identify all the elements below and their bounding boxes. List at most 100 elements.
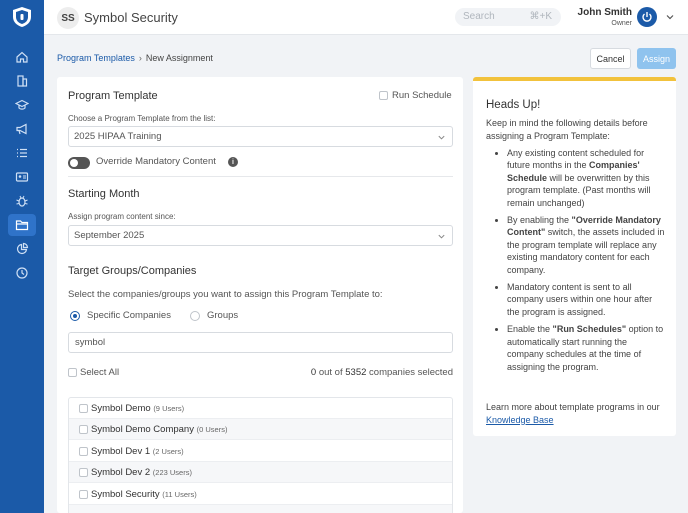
- sidebar-item-home[interactable]: [8, 46, 36, 68]
- month-select-value: September 2025: [74, 230, 145, 241]
- heads-up-panel: Heads Up! Keep in mind the following det…: [473, 77, 676, 436]
- home-icon: [16, 51, 28, 63]
- list-item: By enabling the "Override Mandatory Cont…: [507, 214, 666, 276]
- target-description: Select the companies/groups you want to …: [68, 289, 383, 300]
- sidebar-item-companies[interactable]: [8, 70, 36, 92]
- shield-logo-icon[interactable]: [13, 7, 31, 27]
- search-shortcut: ⌘+K: [529, 11, 552, 22]
- sidebar: [0, 0, 44, 513]
- month-select[interactable]: September 2025: [68, 225, 453, 246]
- divider: [68, 176, 453, 177]
- radio-specific-companies[interactable]: [70, 311, 80, 321]
- run-schedule-label[interactable]: Run Schedule: [392, 90, 452, 101]
- bullet-text: Mandatory content is sent to all company…: [507, 282, 653, 317]
- list-item: Enable the "Run Schedules" option to aut…: [507, 323, 666, 373]
- list-item[interactable]: Symbol Security (11 Users): [69, 484, 452, 505]
- row-checkbox[interactable]: [79, 404, 88, 413]
- org-name[interactable]: Symbol Security: [84, 10, 178, 25]
- search-placeholder: Search: [463, 11, 495, 22]
- row-checkbox[interactable]: [79, 447, 88, 456]
- chevron-down-icon[interactable]: [665, 12, 675, 22]
- company-name: Symbol Dev 1: [91, 446, 151, 457]
- user-avatar[interactable]: [637, 7, 657, 27]
- bullet-bold: "Run Schedules": [552, 324, 627, 335]
- target-groups-title: Target Groups/Companies: [68, 265, 197, 277]
- heads-up-intro: Keep in mind the following details befor…: [486, 118, 648, 141]
- sidebar-item-users[interactable]: [8, 166, 36, 188]
- list-item[interactable]: Symbol Dev 2 (223 Users): [69, 462, 452, 483]
- org-avatar[interactable]: SS: [57, 7, 79, 29]
- sidebar-item-campaigns[interactable]: [8, 118, 36, 140]
- radio-groups-label[interactable]: Groups: [207, 310, 238, 321]
- company-name: Symbol Security: [91, 489, 160, 500]
- row-checkbox[interactable]: [79, 490, 88, 499]
- sidebar-item-lists[interactable]: [8, 142, 36, 164]
- count-selected: 0: [310, 367, 317, 378]
- chevron-down-icon: [438, 135, 445, 140]
- breadcrumb-separator: ›: [138, 53, 142, 63]
- company-search-input[interactable]: [68, 332, 453, 353]
- sidebar-item-history[interactable]: [8, 262, 36, 284]
- override-toggle[interactable]: [68, 157, 90, 169]
- knowledge-base-note: Learn more about template programs in ou…: [486, 401, 671, 426]
- list-item[interactable]: Symbol Dev 1 (2 Users): [69, 441, 452, 462]
- breadcrumb-program-templates[interactable]: Program Templates: [57, 53, 135, 63]
- graduation-cap-icon: [15, 99, 29, 110]
- kb-text: Learn more about template programs in ou…: [486, 402, 660, 412]
- heads-up-list: Any existing content scheduled for futur…: [486, 147, 666, 378]
- select-all-label[interactable]: Select All: [80, 367, 119, 378]
- sidebar-item-threats[interactable]: [8, 190, 36, 212]
- clock-icon: [16, 267, 28, 279]
- company-users: (223 Users): [152, 468, 192, 477]
- starting-month-title: Starting Month: [68, 188, 140, 200]
- assign-since-label: Assign program content since:: [68, 212, 176, 221]
- select-all-checkbox[interactable]: [68, 368, 77, 377]
- user-name[interactable]: John Smith: [578, 7, 632, 18]
- count-out-of: out of: [318, 367, 343, 378]
- knowledge-base-link[interactable]: Knowledge Base: [486, 415, 554, 425]
- run-schedule-checkbox[interactable]: [379, 91, 388, 100]
- program-template-title: Program Template: [68, 90, 158, 102]
- user-role: Owner: [611, 20, 632, 27]
- company-users: (2 Users): [152, 447, 184, 456]
- count-total: 5352: [345, 367, 367, 378]
- bug-icon: [16, 195, 28, 207]
- list-item[interactable]: Symbol Demo (9 Users): [69, 398, 452, 419]
- info-icon[interactable]: i: [228, 157, 238, 167]
- bullet-text: Enable the: [507, 324, 553, 335]
- breadcrumb-current: New Assignment: [145, 53, 213, 63]
- company-list: Symbol Demo (9 Users) Symbol Demo Compan…: [68, 397, 453, 513]
- sidebar-item-training[interactable]: [8, 94, 36, 116]
- company-name: Symbol Demo: [91, 403, 151, 414]
- assign-button[interactable]: Assign: [637, 48, 676, 69]
- cancel-button[interactable]: Cancel: [590, 48, 631, 69]
- choose-template-label: Choose a Program Template from the list:: [68, 114, 216, 123]
- list-icon: [17, 148, 27, 158]
- override-label[interactable]: Override Mandatory Content: [96, 156, 216, 167]
- building-icon: [17, 75, 28, 87]
- assignment-form: Program Template Run Schedule Choose a P…: [57, 77, 463, 513]
- search-box[interactable]: Search ⌘+K: [455, 8, 561, 26]
- power-icon: [642, 12, 652, 22]
- heads-up-title: Heads Up!: [486, 99, 541, 111]
- template-select-value: 2025 HIPAA Training: [74, 131, 162, 142]
- company-name: Symbol Dev 2: [91, 467, 151, 478]
- list-item[interactable]: Symbol Demo Company (0 Users): [69, 419, 452, 440]
- company-users: (11 Users): [162, 490, 197, 499]
- list-item: Mandatory content is sent to all company…: [507, 281, 666, 318]
- row-checkbox[interactable]: [79, 468, 88, 477]
- radio-groups[interactable]: [190, 311, 200, 321]
- folder-icon: [15, 220, 29, 231]
- row-checkbox[interactable]: [79, 425, 88, 434]
- list-item[interactable]: [69, 505, 452, 513]
- template-select[interactable]: 2025 HIPAA Training: [68, 126, 453, 147]
- radio-specific-companies-label[interactable]: Specific Companies: [87, 310, 171, 321]
- bullet-text: By enabling the: [507, 215, 572, 226]
- chevron-down-icon: [438, 234, 445, 239]
- sidebar-item-reports[interactable]: [8, 238, 36, 260]
- breadcrumb: Program Templates › New Assignment: [57, 53, 213, 63]
- company-name: Symbol Demo Company: [91, 424, 194, 435]
- sidebar-item-programs[interactable]: [8, 214, 36, 236]
- company-users: (0 Users): [196, 425, 228, 434]
- company-users: (9 Users): [153, 404, 185, 413]
